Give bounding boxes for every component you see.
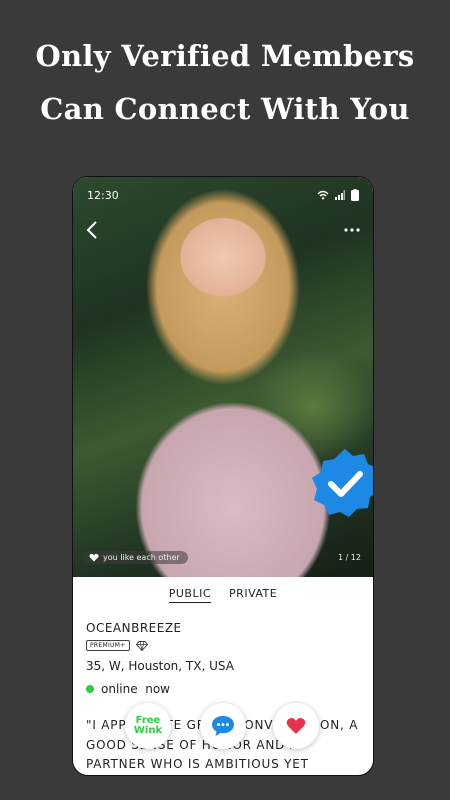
headline-line-2: Can Connect With You xyxy=(40,92,410,126)
mutual-like-chip: you like each other xyxy=(83,551,188,564)
back-button[interactable] xyxy=(81,217,103,243)
headline: Only Verified Members Can Connect With Y… xyxy=(0,30,450,136)
profile-details: 35, W, Houston, TX, USA xyxy=(86,659,234,673)
like-heart-icon xyxy=(89,553,99,562)
tab-public[interactable]: PUBLIC xyxy=(168,587,212,603)
status-bar: 12:30 xyxy=(73,177,373,213)
online-indicator xyxy=(86,685,94,693)
premium-badge: PREMIUM+ xyxy=(86,640,130,651)
username: OCEANBREEZE xyxy=(86,621,182,635)
wink-label-line-2: Wink xyxy=(133,725,163,736)
mutual-like-text: you like each other xyxy=(103,553,180,562)
free-wink-button[interactable]: Free Wink xyxy=(125,703,171,749)
profile-info: OCEANBREEZE PREMIUM+ 35, W, Houston, TX,… xyxy=(86,621,361,775)
back-arrow-icon xyxy=(86,221,97,239)
chat-bubble-icon xyxy=(212,716,234,736)
heart-icon xyxy=(286,717,306,734)
headline-line-1: Only Verified Members xyxy=(35,39,415,73)
status-time: 12:30 xyxy=(87,188,119,202)
chat-button[interactable] xyxy=(200,703,246,749)
more-options-button[interactable] xyxy=(341,221,363,239)
tab-private[interactable]: PRIVATE xyxy=(229,587,277,603)
phone-frame: 12:30 you like each other 1 / 12 PUBLIC … xyxy=(72,176,374,776)
diamond-icon xyxy=(135,640,148,651)
photo-counter: 1 / 12 xyxy=(337,553,361,562)
like-button[interactable] xyxy=(273,703,319,749)
verified-check-icon xyxy=(312,449,373,517)
wifi-icon xyxy=(317,190,329,200)
online-status: online now xyxy=(101,682,170,696)
signal-icon xyxy=(335,190,345,200)
profile-tabs: PUBLIC PRIVATE xyxy=(73,587,373,603)
battery-icon xyxy=(351,189,359,201)
more-dots-icon xyxy=(344,228,360,232)
